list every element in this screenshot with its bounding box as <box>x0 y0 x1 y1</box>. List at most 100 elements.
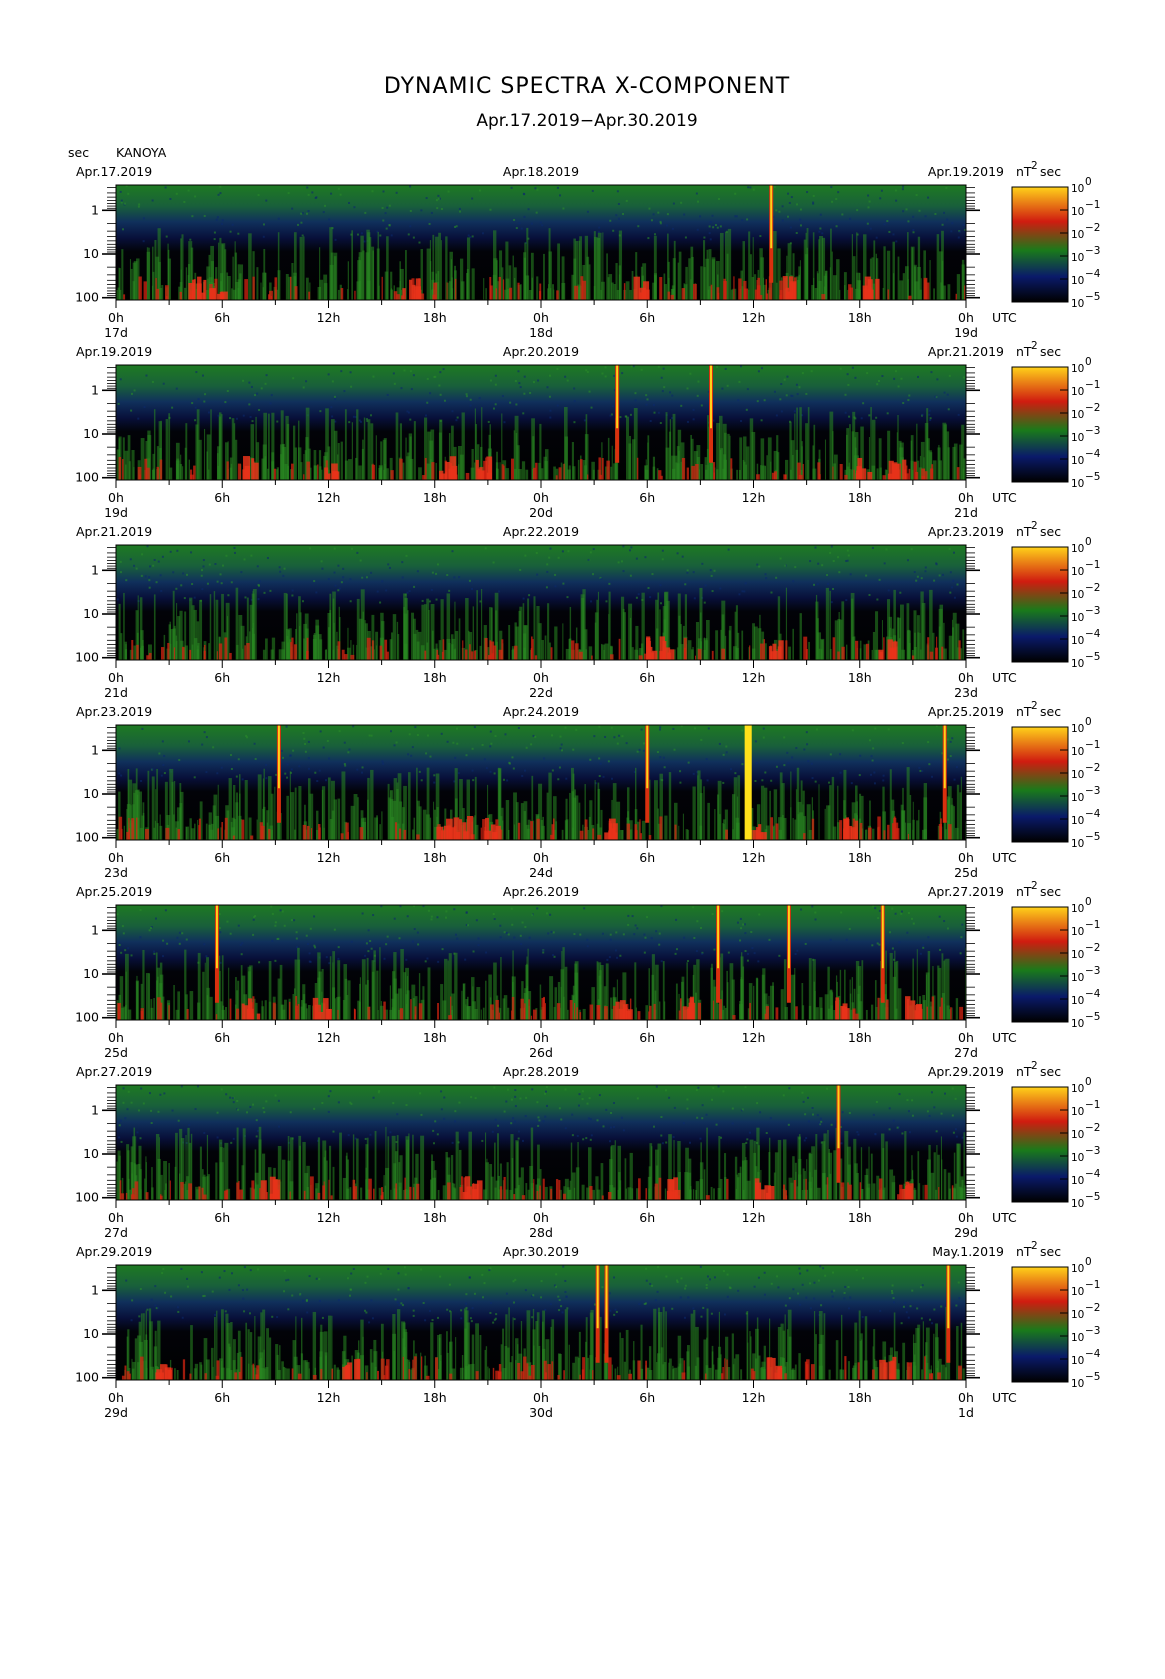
noise-pixel <box>946 218 949 221</box>
activity-streak <box>668 772 672 840</box>
activity-streak <box>520 803 524 840</box>
noise-pixel <box>557 556 560 559</box>
red-streak <box>156 466 159 480</box>
red-streak <box>138 276 142 300</box>
activity-streak <box>405 437 407 480</box>
activity-streak <box>536 605 540 660</box>
x-tick-label: 6h <box>639 850 655 865</box>
noise-pixel <box>961 1136 964 1139</box>
noise-pixel <box>364 211 367 214</box>
activity-streak <box>675 983 678 1020</box>
noise-pixel <box>178 759 181 762</box>
noise-pixel <box>248 403 251 406</box>
noise-pixel <box>332 1130 335 1133</box>
noise-pixel <box>805 1137 808 1140</box>
noise-pixel <box>803 1139 806 1142</box>
noise-pixel <box>856 1130 859 1133</box>
noise-pixel <box>609 219 612 222</box>
colorbar-unit-exponent: 2 <box>1031 1060 1038 1072</box>
activity-streak <box>789 421 792 480</box>
colorbar-tick-exponent: −4 <box>1085 448 1101 460</box>
activity-streak <box>412 829 415 840</box>
noise-pixel <box>162 382 165 385</box>
noise-pixel <box>232 1101 235 1104</box>
activity-streak <box>751 431 756 480</box>
x-tick-label: 18h <box>848 850 872 865</box>
activity-streak <box>386 468 389 480</box>
noise-pixel <box>517 1130 520 1133</box>
noise-pixel <box>663 386 666 389</box>
noise-pixel <box>886 412 889 415</box>
activity-streak <box>856 272 860 300</box>
panel-start-date: Apr.27.2019 <box>76 1064 152 1079</box>
noise-pixel <box>440 208 443 211</box>
activity-streak <box>714 809 716 840</box>
noise-pixel <box>201 374 204 377</box>
noise-pixel <box>907 911 910 914</box>
noise-pixel <box>795 747 798 750</box>
noise-pixel <box>451 1141 454 1144</box>
colorbar-tick-exponent: −5 <box>1085 471 1100 483</box>
red-streak <box>145 467 150 480</box>
noise-pixel <box>439 393 442 396</box>
noise-pixel <box>322 746 325 749</box>
noise-pixel <box>465 395 468 398</box>
activity-streak <box>796 767 800 840</box>
activity-streak <box>831 992 834 1020</box>
activity-streak <box>897 988 902 1020</box>
activity-streak <box>449 251 453 300</box>
noise-pixel <box>924 215 927 218</box>
activity-streak <box>753 985 755 1020</box>
activity-streak <box>466 1006 471 1020</box>
activity-streak <box>381 811 383 840</box>
noise-pixel <box>871 944 874 947</box>
noise-pixel <box>419 1092 422 1095</box>
noise-pixel <box>765 1132 768 1135</box>
noise-pixel <box>337 946 340 949</box>
red-streak <box>556 1003 561 1020</box>
noise-pixel <box>738 593 741 596</box>
x-tick-label: 0h <box>108 490 124 505</box>
colorbar-tick-label: 10 <box>1071 409 1084 421</box>
noise-pixel <box>880 189 883 192</box>
activity-streak <box>185 423 188 480</box>
activity-streak <box>697 775 699 840</box>
noise-pixel <box>418 241 421 244</box>
red-streak <box>244 645 246 660</box>
period-unit-label: sec <box>68 145 89 160</box>
noise-pixel <box>900 377 903 380</box>
activity-streak <box>406 990 410 1020</box>
activity-streak <box>425 814 430 840</box>
activity-streak <box>496 468 499 480</box>
activity-streak <box>213 591 216 660</box>
noise-pixel <box>744 1086 747 1089</box>
activity-streak <box>513 267 517 300</box>
red-streak <box>544 1003 546 1020</box>
noise-pixel <box>938 915 941 918</box>
noise-pixel <box>554 585 557 588</box>
noise-pixel <box>216 1136 219 1139</box>
y-tick-label: 100 <box>75 650 99 665</box>
red-streak <box>649 1005 652 1020</box>
noise-pixel <box>542 951 545 954</box>
noise-pixel <box>545 912 548 915</box>
noise-pixel <box>950 230 953 233</box>
activity-streak <box>571 442 574 480</box>
activity-streak <box>546 792 549 840</box>
red-streak <box>229 998 232 1020</box>
noise-pixel <box>493 918 496 921</box>
panel-mid-date: Apr.20.2019 <box>503 344 579 359</box>
noise-pixel <box>734 772 737 775</box>
noise-pixel <box>256 1129 259 1132</box>
noise-pixel <box>190 551 193 554</box>
red-streak <box>678 1010 681 1020</box>
activity-streak <box>756 978 759 1020</box>
activity-streak <box>554 987 558 1020</box>
red-streak <box>721 648 725 660</box>
noise-pixel <box>615 931 618 934</box>
activity-streak <box>159 287 163 300</box>
noise-pixel <box>286 763 289 766</box>
red-streak <box>454 278 457 300</box>
day-label: 25d <box>954 865 978 880</box>
activity-streak <box>855 960 860 1020</box>
